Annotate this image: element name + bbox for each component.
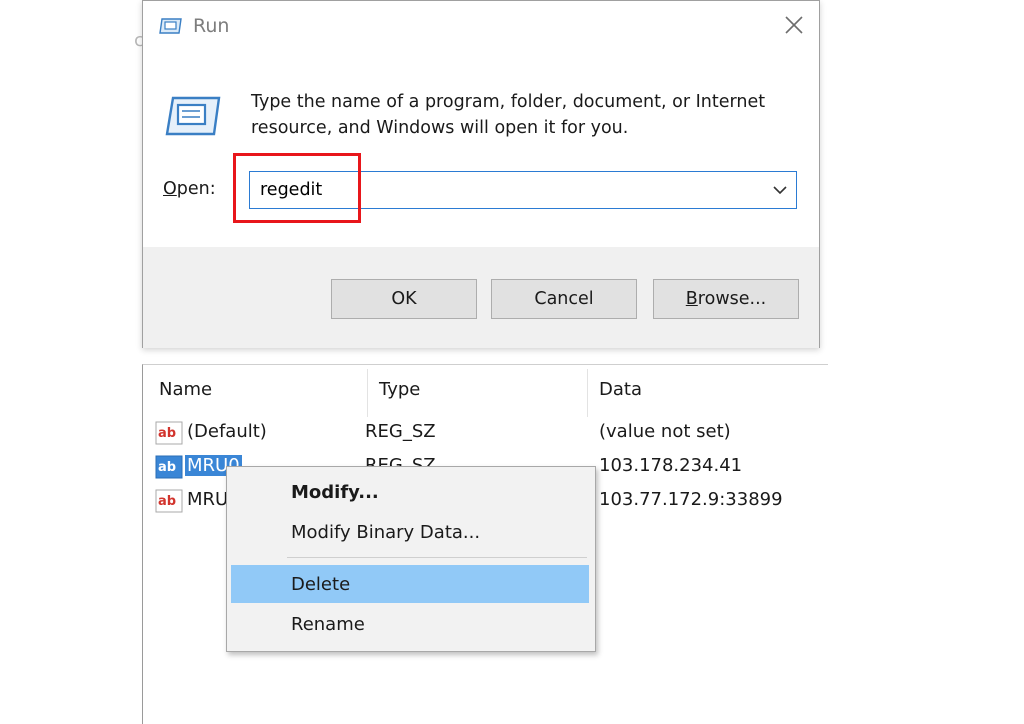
value-name: (Default) [187,421,267,442]
column-separator[interactable] [367,369,368,417]
browse-button[interactable]: Browse... [653,279,799,319]
dialog-title: Run [193,15,230,37]
run-program-icon [165,96,221,136]
context-menu: Modify... Modify Binary Data... Delete R… [226,466,596,652]
close-icon[interactable] [775,7,811,43]
open-label: Open: [163,179,216,199]
reg-string-icon: ab [155,421,183,445]
chevron-down-icon[interactable] [770,180,790,200]
annotation-highlight-box [233,153,361,223]
menu-separator [287,557,587,558]
column-header-data[interactable]: Data [599,379,642,400]
menu-item-delete[interactable]: Delete [231,565,589,603]
browse-accel: B [685,289,698,309]
menu-item-rename[interactable]: Rename [231,605,589,643]
value-data: 103.178.234.41 [599,455,743,476]
svg-text:ab: ab [158,494,176,509]
title-bar: Run [143,1,819,53]
cancel-button[interactable]: Cancel [491,279,637,319]
column-header-type[interactable]: Type [379,379,420,400]
run-dialog: Run Type the name of a program, folder, … [142,0,820,348]
reg-string-icon: ab [155,489,183,513]
menu-item-modify[interactable]: Modify... [231,473,589,511]
value-data: (value not set) [599,421,731,442]
svg-text:ab: ab [158,426,176,441]
value-type: REG_SZ [365,421,436,442]
ok-button[interactable]: OK [331,279,477,319]
dialog-button-bar: OK Cancel Browse... [143,247,819,348]
column-header-name[interactable]: Name [159,379,212,400]
svg-text:ab: ab [158,460,176,475]
run-app-icon [159,18,182,34]
open-label-text: pen: [176,179,216,199]
menu-item-modify-binary[interactable]: Modify Binary Data... [231,513,589,551]
dialog-description: Type the name of a program, folder, docu… [251,92,766,138]
browse-label: rowse... [697,289,767,309]
column-separator[interactable] [587,369,588,417]
value-data: 103.77.172.9:33899 [599,489,783,510]
reg-string-icon: ab [155,455,183,479]
open-label-accel: O [163,179,177,199]
registry-row[interactable]: ab (Default) REG_SZ (value not set) [143,417,828,449]
